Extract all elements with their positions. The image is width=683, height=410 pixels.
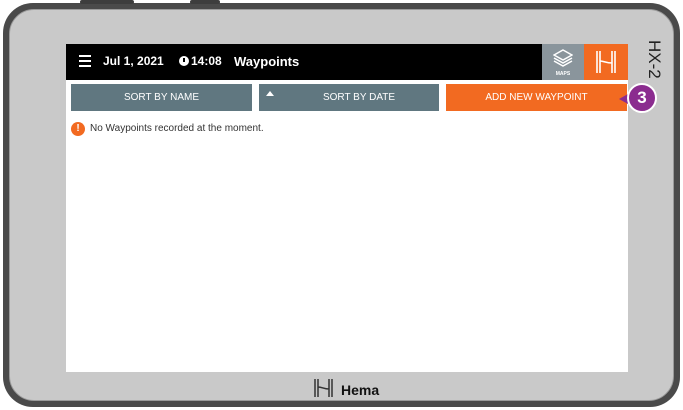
sort-toolbar: SORT BY NAME SORT BY DATE ADD NEW WAYPOI…: [66, 84, 628, 111]
brand-name: Hema: [341, 382, 380, 398]
clock-icon: [179, 56, 189, 66]
top-bar: Jul 1, 2021 14:08 Waypoints MAPS: [66, 44, 628, 80]
empty-state-text: No Waypoints recorded at the moment.: [90, 123, 264, 134]
alert-icon: !: [71, 122, 85, 136]
layers-icon: [553, 49, 573, 67]
sort-up-icon: [266, 91, 274, 96]
screen: Jul 1, 2021 14:08 Waypoints MAPS SORT BY…: [66, 44, 628, 372]
sort-by-date-label: SORT BY DATE: [322, 92, 396, 103]
time-display: 14:08: [191, 54, 222, 68]
sort-by-date-button[interactable]: SORT BY DATE: [259, 84, 439, 111]
maps-button[interactable]: MAPS: [542, 44, 584, 80]
callout-badge: 3: [627, 83, 657, 113]
hema-home-button[interactable]: [584, 44, 628, 80]
add-new-waypoint-button[interactable]: ADD NEW WAYPOINT: [446, 84, 627, 111]
device-brand: Hema: [313, 377, 379, 399]
hema-logo-icon: [314, 379, 333, 397]
device-model-label: HX-2: [645, 40, 664, 79]
date-display: Jul 1, 2021: [103, 54, 164, 68]
maps-label: MAPS: [555, 71, 571, 77]
device-side-button: [190, 0, 220, 4]
menu-icon[interactable]: [79, 55, 91, 67]
page-title: Waypoints: [234, 54, 300, 69]
hema-logo-icon: [596, 51, 616, 73]
sort-by-name-button[interactable]: SORT BY NAME: [71, 84, 252, 111]
device-side-button: [80, 0, 134, 4]
